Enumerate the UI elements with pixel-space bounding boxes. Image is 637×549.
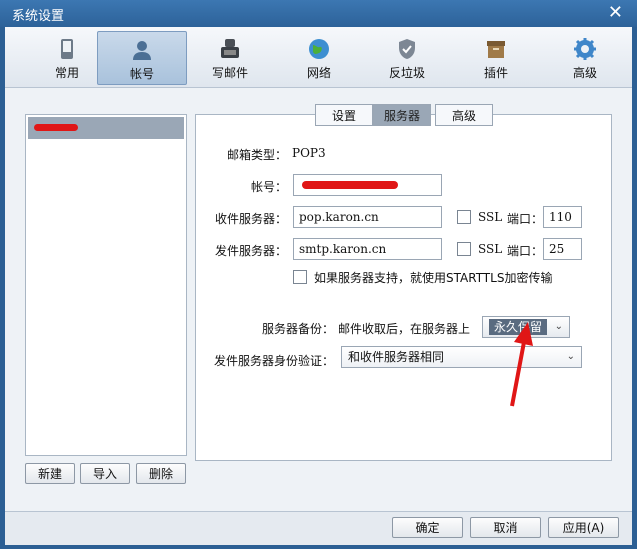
- import-account-button[interactable]: 导入: [80, 463, 130, 484]
- cancel-button[interactable]: 取消: [470, 517, 541, 538]
- mailbox-type-label: 邮箱类型：: [226, 148, 287, 162]
- server-backup-label: 服务器备份：: [261, 322, 334, 336]
- outgoing-port-input[interactable]: 25: [543, 238, 582, 260]
- outgoing-ssl-label: SSL: [478, 242, 503, 256]
- tab-server[interactable]: 服务器: [373, 104, 431, 126]
- server-backup-select[interactable]: 永久保留 ⌄: [482, 316, 570, 338]
- mailbox-type-value: POP3: [292, 146, 326, 160]
- toolbar-label: 反垃圾: [388, 66, 425, 80]
- toolbar-item-plugins[interactable]: 插件: [452, 31, 540, 83]
- tab-settings[interactable]: 设置: [315, 104, 373, 126]
- account-label: 帐号：: [250, 180, 287, 194]
- user-icon: [133, 41, 151, 60]
- toolbar-label: 写邮件: [211, 66, 248, 80]
- account-field[interactable]: [293, 174, 442, 196]
- chevron-down-icon: ⌄: [554, 321, 563, 332]
- apply-button[interactable]: 应用(A): [548, 517, 619, 538]
- outgoing-auth-selected-value: 和收件服务器相同: [348, 350, 445, 364]
- ok-button[interactable]: 确定: [392, 517, 463, 538]
- account-list-item-selected[interactable]: [28, 117, 184, 139]
- dialog-footer: 确定 取消 应用(A): [5, 511, 632, 545]
- window-title: 系统设置: [12, 9, 65, 24]
- toolbar-item-advanced[interactable]: 高级: [541, 31, 629, 83]
- phone-icon: [61, 39, 73, 59]
- outgoing-port-label: 端口：: [507, 244, 544, 258]
- outgoing-auth-select[interactable]: 和收件服务器相同 ⌄: [341, 346, 582, 368]
- toolbar-label: 常用: [54, 66, 79, 80]
- shield-icon: [399, 39, 415, 59]
- outgoing-ssl-checkbox[interactable]: [457, 242, 471, 256]
- toolbar-label: 网络: [306, 66, 331, 80]
- outgoing-auth-label: 发件服务器身份验证：: [213, 354, 334, 368]
- account-list[interactable]: [25, 114, 187, 456]
- server-backup-selected-value: 永久保留: [489, 319, 548, 335]
- toolbar-item-compose[interactable]: 写邮件: [186, 31, 274, 83]
- globe-icon: [309, 39, 329, 59]
- incoming-port-input[interactable]: 110: [543, 206, 582, 228]
- server-settings-panel: [195, 114, 612, 461]
- starttls-checkbox[interactable]: [293, 270, 307, 284]
- toolbar-item-network[interactable]: 网络: [275, 31, 363, 83]
- outgoing-server-input[interactable]: smtp.karon.cn: [293, 238, 442, 260]
- box-icon: [487, 41, 505, 58]
- incoming-server-input[interactable]: pop.karon.cn: [293, 206, 442, 228]
- toolbar-label: 帐号: [129, 67, 154, 81]
- compose-icon: [221, 39, 239, 58]
- tab-advanced[interactable]: 高级: [435, 104, 493, 126]
- toolbar: 常用 帐号 写邮件 网络 反垃圾 插件 高级: [5, 27, 632, 88]
- incoming-port-label: 端口：: [507, 212, 544, 226]
- new-account-button[interactable]: 新建: [25, 463, 75, 484]
- toolbar-item-account[interactable]: 帐号: [97, 31, 187, 85]
- redaction-mark: [302, 181, 398, 189]
- toolbar-item-antispam[interactable]: 反垃圾: [363, 31, 451, 83]
- outgoing-server-label: 发件服务器：: [214, 244, 287, 258]
- delete-account-button[interactable]: 删除: [136, 463, 186, 484]
- chevron-down-icon: ⌄: [566, 351, 575, 362]
- toolbar-label: 插件: [483, 66, 508, 80]
- incoming-ssl-label: SSL: [478, 210, 503, 224]
- starttls-label: 如果服务器支持，就使用STARTTLS加密传输: [314, 271, 553, 285]
- incoming-ssl-checkbox[interactable]: [457, 210, 471, 224]
- gear-icon: [574, 38, 596, 60]
- incoming-server-label: 收件服务器：: [214, 212, 287, 226]
- close-icon[interactable]: ✕: [608, 2, 623, 23]
- title-bar: 系统设置 ✕: [0, 0, 637, 27]
- server-backup-description: 邮件收取后，在服务器上: [338, 322, 471, 336]
- toolbar-label: 高级: [572, 66, 597, 80]
- redaction-mark: [34, 124, 78, 131]
